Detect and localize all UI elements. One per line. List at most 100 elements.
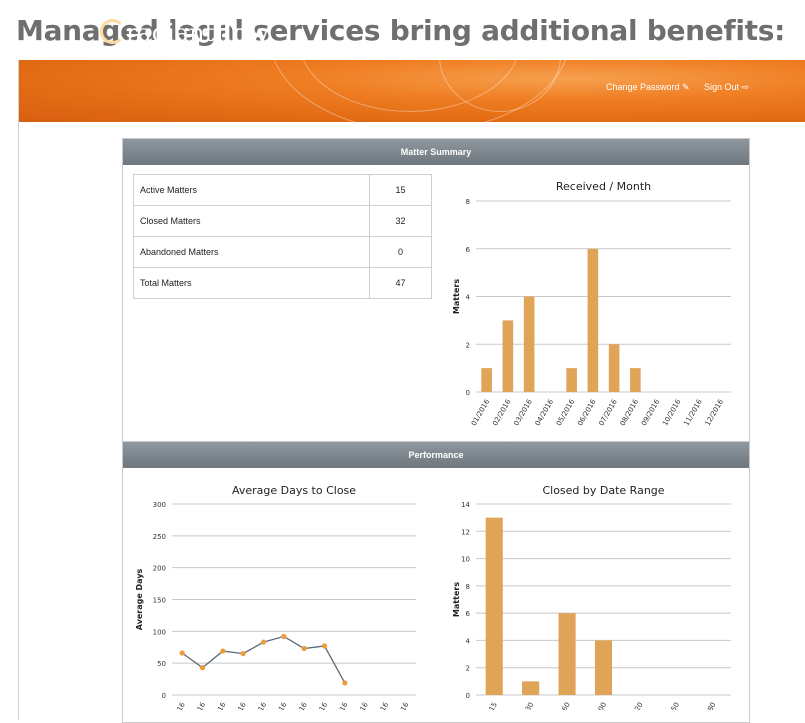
bar xyxy=(558,613,576,695)
x-tick-label: 09/2016 xyxy=(640,398,662,428)
table-row: Active Matters 15 xyxy=(133,174,432,206)
x-tick-label: …016 xyxy=(393,701,410,710)
bar xyxy=(485,517,503,695)
sign-out-link[interactable]: Sign Out ⇨ xyxy=(704,82,749,93)
chart-title: Received / Month xyxy=(556,180,651,193)
matter-count: 15 xyxy=(369,174,432,206)
x-tick-label: …100 xyxy=(591,701,608,710)
x-tick-label: …-60 xyxy=(556,701,572,710)
y-tick-label: 2 xyxy=(466,665,470,673)
x-tick-label: …016 xyxy=(170,701,187,710)
x-tick-label: 07/2016 xyxy=(597,398,619,428)
x-tick-label: …120 xyxy=(628,701,645,710)
y-tick-label: 0 xyxy=(466,389,470,397)
logo-text-radiant: radiant xyxy=(126,19,215,47)
y-tick-label: 2 xyxy=(466,341,470,349)
y-tick-label: 250 xyxy=(153,533,166,541)
x-tick-label: 06/2016 xyxy=(576,398,598,428)
y-tick-label: 200 xyxy=(153,565,166,573)
data-point xyxy=(240,651,246,657)
x-tick-label: …016 xyxy=(353,701,370,710)
data-point xyxy=(220,648,226,654)
data-point xyxy=(179,650,185,656)
y-axis-label: Matters xyxy=(452,279,461,314)
table-row: Total Matters 47 xyxy=(133,267,432,299)
bar xyxy=(608,344,620,392)
matter-count: 47 xyxy=(369,267,432,299)
table-row: Abandoned Matters 0 xyxy=(133,236,432,268)
bar xyxy=(502,320,514,392)
x-tick-label: …016 xyxy=(312,701,329,710)
x-tick-label: 05/2016 xyxy=(555,398,577,428)
matter-label: Abandoned Matters xyxy=(133,236,370,268)
bar xyxy=(523,296,535,392)
y-tick-label: 12 xyxy=(461,528,470,536)
y-tick-label: 6 xyxy=(466,246,471,254)
y-tick-label: 14 xyxy=(461,501,470,509)
data-point xyxy=(301,645,307,652)
matter-summary-header: Matter Summary xyxy=(123,139,749,165)
x-tick-label: 12/2016 xyxy=(704,398,726,428)
x-tick-label: …016 xyxy=(332,701,349,710)
received-per-month-chart: Received / Month Matters 0 2 4 6 8 01/2016 02/20… xyxy=(452,180,731,428)
x-tick-label: …016 xyxy=(271,701,288,710)
bar xyxy=(587,248,599,392)
x-tick-label: …150 xyxy=(664,701,681,710)
y-tick-label: 0 xyxy=(466,692,470,700)
matter-count: 0 xyxy=(369,236,432,268)
y-tick-label: 4 xyxy=(466,637,471,645)
matter-count: 32 xyxy=(369,205,432,237)
matter-label: Active Matters xyxy=(133,174,370,206)
bar xyxy=(522,681,540,695)
chart-title: Closed by Date Range xyxy=(542,484,664,497)
x-tick-label: …-15 xyxy=(483,701,499,710)
y-tick-label: 4 xyxy=(466,294,471,302)
y-tick-label: 10 xyxy=(461,556,470,564)
chart-title: Average Days to Close xyxy=(232,484,356,497)
average-days-to-close-chart: Average Days to Close Average Days 0 50 100 1… xyxy=(135,484,416,710)
x-tick-label: 11/2016 xyxy=(682,398,704,428)
data-point xyxy=(281,633,287,640)
x-tick-label: 10/2016 xyxy=(661,398,683,428)
y-tick-label: 50 xyxy=(157,660,166,668)
y-tick-label: 300 xyxy=(153,501,166,509)
bar xyxy=(594,640,613,695)
x-tick-label: 01/2016 xyxy=(470,398,492,428)
x-tick-label: …016 xyxy=(190,701,207,710)
matter-summary-table: Active Matters 15 Closed Matters 32 Abandone… xyxy=(133,174,432,299)
radiantflow-logo[interactable]: radiantflow xyxy=(100,18,268,47)
bar xyxy=(566,368,577,392)
x-tick-label: 04/2016 xyxy=(534,398,556,428)
data-point xyxy=(321,643,328,649)
table-row: Closed Matters 32 xyxy=(133,205,432,237)
data-point xyxy=(199,665,206,671)
y-tick-label: 6 xyxy=(466,610,471,618)
data-point xyxy=(342,680,348,686)
x-tick-label: …180 xyxy=(700,701,717,710)
logo-text-flow: flow xyxy=(214,18,269,47)
y-tick-label: 8 xyxy=(466,198,470,206)
performance-header: Performance xyxy=(123,442,749,468)
y-axis-label: Matters xyxy=(452,582,461,617)
y-tick-label: 0 xyxy=(162,692,166,700)
change-password-link[interactable]: Change Password ✎ xyxy=(606,82,690,93)
x-tick-label: 02/2016 xyxy=(491,398,513,428)
y-tick-label: 150 xyxy=(153,597,166,605)
x-tick-label: 08/2016 xyxy=(619,398,641,428)
x-tick-label: …016 xyxy=(251,701,268,710)
bar xyxy=(481,368,492,392)
matter-label: Closed Matters xyxy=(133,205,370,237)
matter-label: Total Matters xyxy=(133,267,370,299)
closed-by-date-range-chart: Closed by Date Range Matters 0 2 4 6 8 10 12 14 …-… xyxy=(452,484,731,710)
y-axis-label: Average Days xyxy=(135,568,144,630)
data-point xyxy=(260,639,267,645)
x-tick-label: 03/2016 xyxy=(512,398,534,428)
y-tick-label: 8 xyxy=(466,583,470,591)
x-tick-label: …-30 xyxy=(519,701,535,710)
y-tick-label: 100 xyxy=(153,628,166,636)
x-tick-label: …016 xyxy=(373,701,390,710)
x-tick-label: …016 xyxy=(292,701,309,710)
bar xyxy=(630,368,641,392)
logo-mark-icon xyxy=(100,19,125,44)
x-tick-label: …016 xyxy=(231,701,248,710)
